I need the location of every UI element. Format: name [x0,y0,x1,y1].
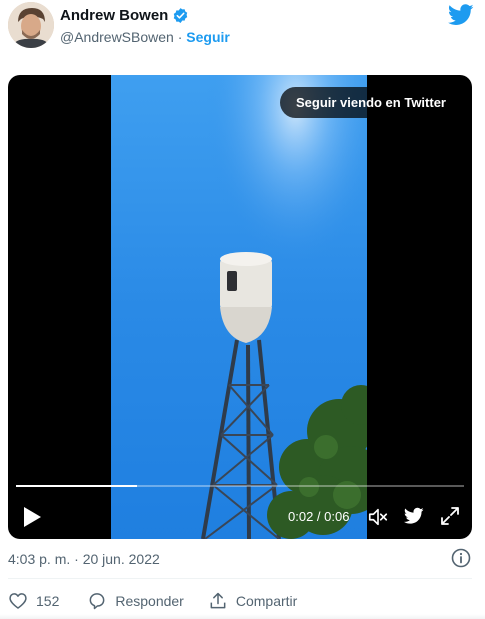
author-handle[interactable]: @AndrewSBowen [60,29,174,45]
play-icon[interactable] [22,506,42,528]
heart-icon [9,593,27,609]
author-name-row[interactable]: Andrew Bowen [60,7,189,24]
tweet-timestamp[interactable]: 4:03 p. m. · 20 jun. 2022 [8,551,160,567]
video-frame[interactable] [111,75,367,539]
video-elapsed: 0:02 [288,509,314,524]
video-time-separator: / [313,509,325,524]
video-duration: 0:06 [324,509,350,524]
like-count: 152 [36,593,60,609]
avatar-image [8,2,54,48]
reply-label: Responder [115,593,184,609]
tweet-header: Andrew Bowen @AndrewSBowen · Seguir [0,0,485,60]
share-label: Compartir [235,593,298,609]
reply-bubble-icon [89,593,105,610]
watch-on-twitter-button[interactable]: Seguir viendo en Twitter [279,87,462,118]
divider [8,578,472,579]
water-tower-video-still [111,75,367,539]
author-name[interactable]: Andrew Bowen [60,7,168,24]
twitter-bird-icon[interactable] [448,4,474,26]
twitter-logo-icon[interactable] [404,507,424,525]
handle-separator: · [173,29,187,45]
video-progress-bar[interactable] [16,485,464,487]
share-upload-icon [210,592,226,609]
fullscreen-icon[interactable] [440,506,460,526]
bottom-edge [0,614,485,619]
video-controls: 0:02 / 0:06 [8,500,472,534]
follow-link[interactable]: Seguir [186,29,230,45]
reply-button[interactable]: Responder [87,591,184,611]
tweet-actions: 152 Responder Compartir [8,590,297,612]
share-button[interactable]: Compartir [208,591,297,611]
handle-line: @AndrewSBowen · Seguir [60,29,230,45]
video-progress-fill [16,485,137,487]
video-time: 0:02 / 0:06 [288,509,349,524]
like-button[interactable]: 152 [8,591,59,611]
video-player[interactable]: Seguir viendo en Twitter 0:02 / 0:06 [8,75,472,539]
volume-muted-icon[interactable] [367,506,389,528]
verified-badge-icon [174,8,188,23]
info-icon[interactable] [451,548,471,568]
avatar[interactable] [8,2,54,48]
